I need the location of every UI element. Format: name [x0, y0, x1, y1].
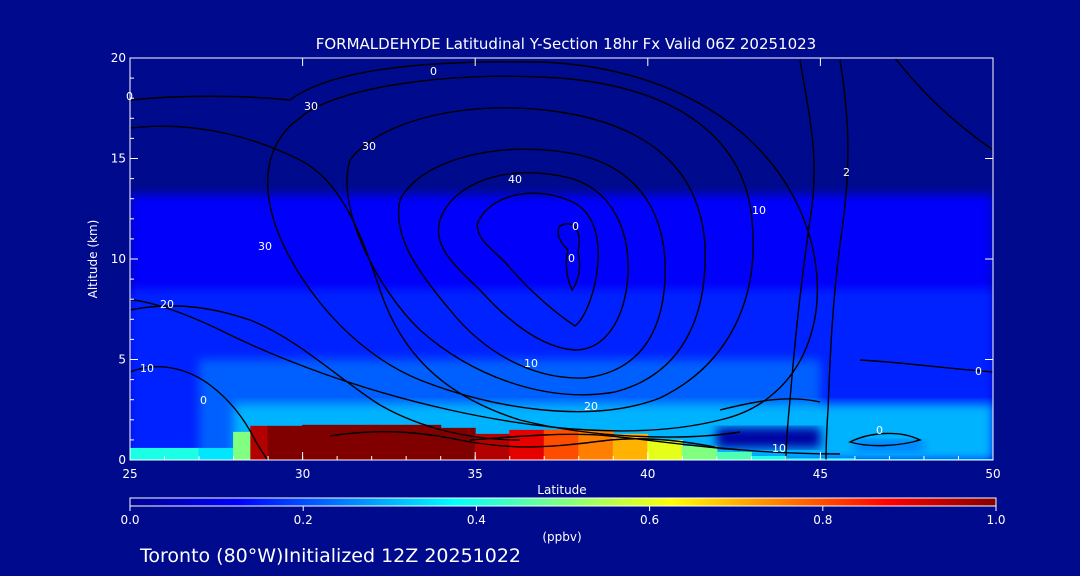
boundary-layer-cell [164, 447, 200, 460]
contour-label: 0 [975, 365, 982, 378]
x-tick-label: 50 [985, 467, 1000, 481]
colorbar-label: (ppbv) [542, 530, 581, 544]
boundary-layer-cell [716, 451, 752, 460]
boundary-layer-cell [336, 424, 373, 460]
colorbar-ticks: 0.0 0.2 0.4 0.6 0.8 1.0 [120, 506, 1006, 527]
contour-label: 2 [843, 166, 850, 179]
y-axis-label: Altitude (km) [86, 220, 100, 299]
y-tick-label: 0 [118, 453, 126, 467]
x-axis-label: Latitude [537, 483, 586, 497]
contour-label: 0 [876, 424, 883, 437]
contour-label: 30 [258, 240, 272, 253]
colorbar-tick-label: 0.8 [813, 513, 832, 527]
y-tick-label: 20 [111, 51, 126, 65]
y-tick-label: 5 [118, 353, 126, 367]
x-tick-label: 25 [122, 467, 137, 481]
chart-title: FORMALDEHYDE Latitudinal Y-Section 18hr … [316, 35, 816, 53]
contour-label: 10 [140, 362, 154, 375]
colorbar-tick-label: 0.4 [467, 513, 486, 527]
contour-label: 40 [508, 173, 522, 186]
heatmap-region [716, 427, 821, 448]
colorbar-tick-label: 1.0 [986, 513, 1005, 527]
contour-line [894, 58, 993, 151]
boundary-layer-cell [198, 447, 235, 460]
contour-label: 0 [568, 252, 575, 265]
contour-label: 0 [430, 65, 437, 78]
heatmap-field [130, 194, 993, 460]
y-tick-label: 15 [111, 152, 126, 166]
contour-label: 10 [752, 204, 766, 217]
colorbar-tick-label: 0.2 [294, 513, 313, 527]
boundary-layer-cell [250, 425, 269, 460]
contour-label: 20 [160, 298, 174, 311]
boundary-layer-cell [750, 455, 787, 460]
colorbar [129, 497, 997, 507]
x-tick-label: 35 [468, 467, 483, 481]
boundary-layer-cell [130, 447, 166, 460]
y-tick-label: 10 [111, 252, 126, 266]
x-tick-label: 40 [640, 467, 655, 481]
boundary-layer-cell [233, 431, 252, 460]
contour-label: 0 [200, 394, 207, 407]
boundary-layer-cell [440, 427, 476, 460]
boundary-layer-cell [371, 424, 407, 460]
x-tick-label: 30 [295, 467, 310, 481]
boundary-layer-cell [405, 424, 442, 460]
colorbar-tick-label: 0.0 [120, 513, 139, 527]
contour-label: 10 [524, 357, 538, 370]
contour-label: 30 [304, 100, 318, 113]
colorbar-tick-label: 0.6 [640, 513, 659, 527]
boundary-layer-cell [509, 429, 545, 460]
x-tick-label: 45 [813, 467, 828, 481]
footer-text: Toronto (80°W)Initialized 12Z 20251022 [139, 545, 521, 567]
boundary-layer-cell [302, 424, 338, 460]
contour-label: 10 [772, 442, 786, 455]
boundary-layer-cell [267, 425, 304, 460]
contour-label: 30 [362, 140, 376, 153]
chart: FORMALDEHYDE Latitudinal Y-Section 18hr … [86, 35, 1006, 567]
contour-label: 20 [584, 400, 598, 413]
contour-label: 0 [572, 220, 579, 233]
